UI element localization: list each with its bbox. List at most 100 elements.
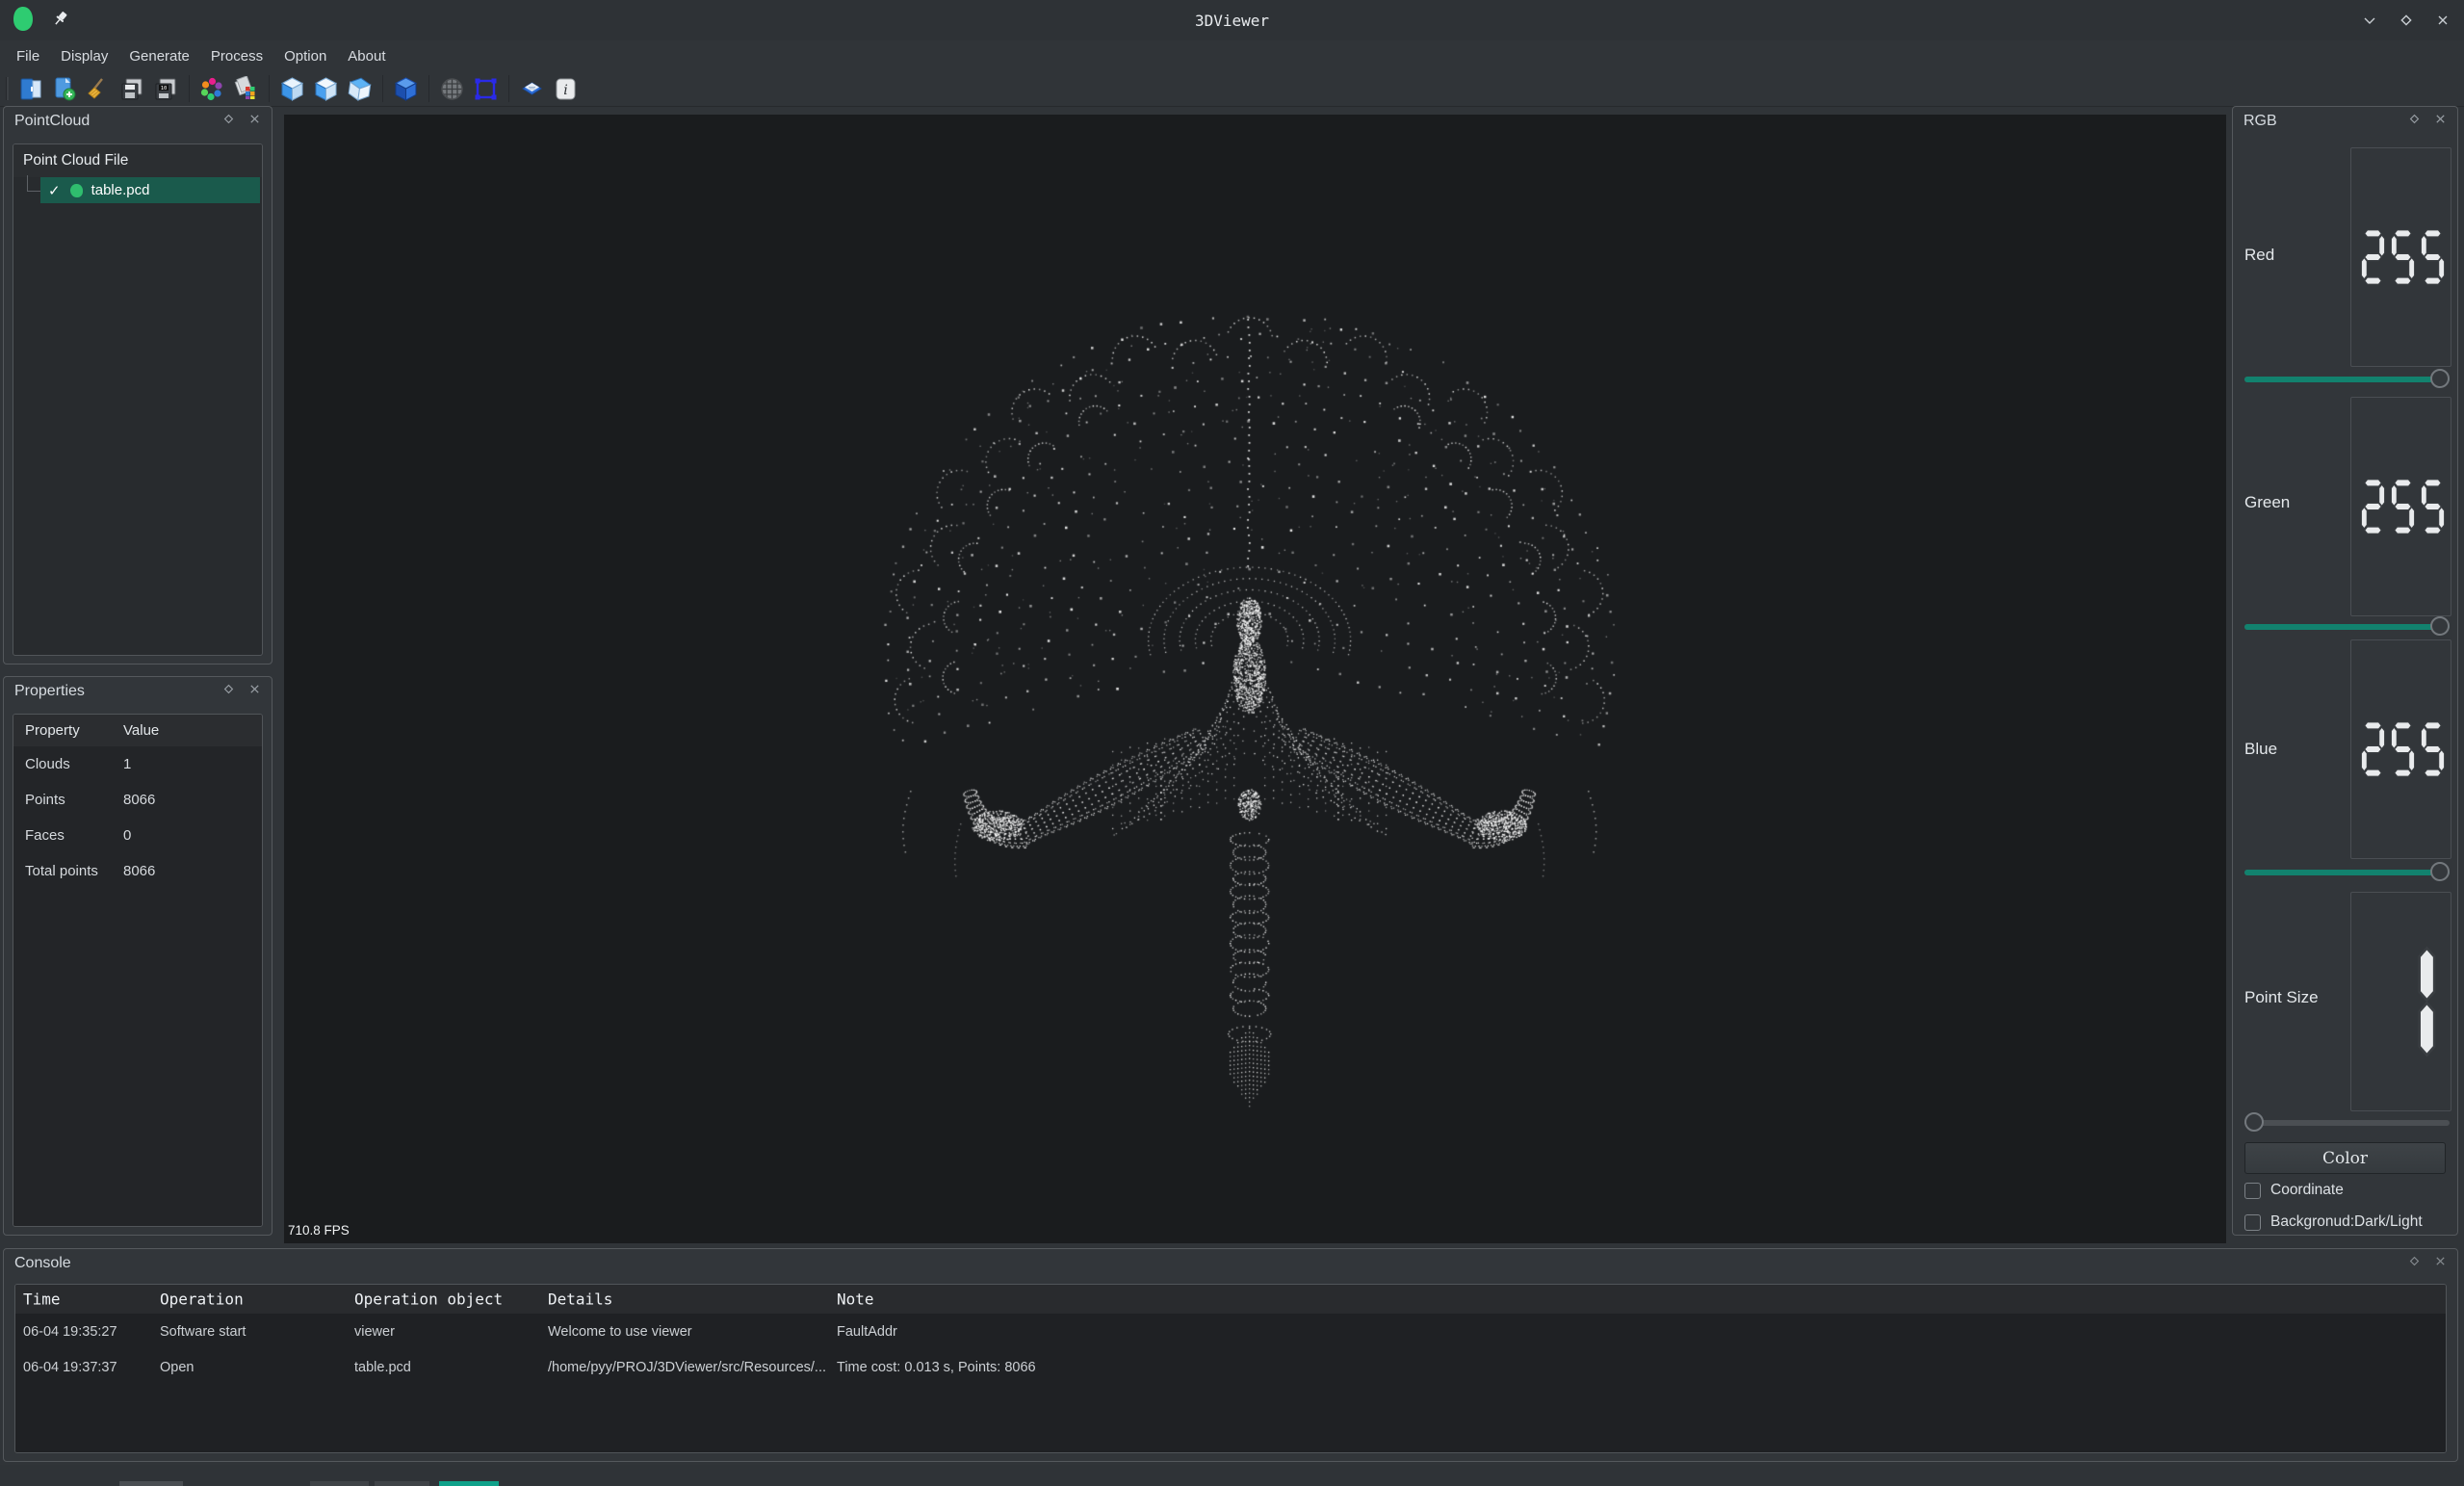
slider-handle[interactable] xyxy=(2430,616,2450,636)
console-cell: FaultAddr xyxy=(837,1324,897,1340)
property-row[interactable]: Points8066 xyxy=(13,782,262,818)
console-column-header[interactable]: Details xyxy=(548,1290,612,1309)
maximize-button[interactable] xyxy=(2399,13,2414,28)
close-panel-icon[interactable] xyxy=(248,113,261,130)
open-file-icon[interactable] xyxy=(16,74,46,104)
console-cell: 06-04 19:37:37 xyxy=(23,1360,117,1375)
tree-item-table.pcd[interactable]: ✓ table.pcd xyxy=(13,177,262,203)
pointcloud-tree: Point Cloud File ✓ table.pcd xyxy=(13,143,263,656)
close-panel-icon[interactable] xyxy=(2434,1255,2447,1272)
rgb-panel: RGB RedGreenBluePoint Size Color Coordin… xyxy=(2232,106,2458,1236)
green-slider[interactable] xyxy=(2244,615,2450,639)
taskbar-peek-segment xyxy=(119,1481,183,1486)
float-panel-icon[interactable] xyxy=(222,113,235,130)
cube-flat-icon[interactable] xyxy=(311,74,341,104)
window-title: 3DViewer xyxy=(0,12,2464,30)
point-cloud-render[interactable] xyxy=(284,115,2226,1243)
float-panel-icon[interactable] xyxy=(2408,1255,2421,1272)
cube-solid-icon[interactable] xyxy=(391,74,421,104)
column-header[interactable]: Property xyxy=(13,722,112,739)
slider-fill xyxy=(2244,870,2450,875)
pin-icon[interactable] xyxy=(52,10,69,31)
background-checkbox-row[interactable]: Backgronud:Dark/Light xyxy=(2244,1212,2423,1233)
blue-slider[interactable] xyxy=(2244,861,2450,884)
float-panel-icon[interactable] xyxy=(222,683,235,700)
slider-handle[interactable] xyxy=(2244,1112,2264,1132)
properties-table-header: PropertyValue xyxy=(13,715,262,746)
menu-item-generate[interactable]: Generate xyxy=(118,44,200,68)
console-cell: /home/pyy/PROJ/3DViewer/src/Resources/..… xyxy=(548,1360,826,1375)
coordinate-checkbox[interactable] xyxy=(2244,1183,2261,1199)
cube-wireframe-icon[interactable] xyxy=(277,74,307,104)
console-panel: Console Time Operation Operation object Det… xyxy=(3,1248,2458,1462)
toolbar-separator xyxy=(428,75,429,102)
color-fields-icon[interactable] xyxy=(231,74,261,104)
tree-branch-line xyxy=(27,175,40,192)
status-strip xyxy=(0,1465,2464,1486)
menu-item-process[interactable]: Process xyxy=(200,44,273,68)
tree-item-label: table.pcd xyxy=(91,182,150,198)
console-column-header[interactable]: Note xyxy=(837,1290,874,1309)
console-cell: Time cost: 0.013 s, Points: 8066 xyxy=(837,1360,1036,1375)
console-log-row[interactable]: 06-04 19:35:27Software startviewerWelcom… xyxy=(15,1314,2446,1349)
color-button[interactable]: Color xyxy=(2244,1142,2446,1174)
add-pointcloud-icon[interactable] xyxy=(50,74,80,104)
checkbox-label: Backgronud:Dark/Light xyxy=(2270,1213,2423,1231)
point-size-label: Point Size xyxy=(2244,988,2319,1007)
taskbar-peek-segment xyxy=(375,1481,429,1486)
viewport-3d[interactable]: 710.8 FPS xyxy=(284,115,2226,1243)
console-column-header[interactable]: Operation object xyxy=(354,1290,503,1309)
color-points-icon[interactable] xyxy=(197,74,227,104)
menu-item-option[interactable]: Option xyxy=(273,44,337,68)
slider-handle[interactable] xyxy=(2430,369,2450,388)
app-icon xyxy=(12,6,35,36)
menu-item-display[interactable]: Display xyxy=(50,44,118,68)
mesh-sphere-icon[interactable] xyxy=(437,74,467,104)
red-label: Red xyxy=(2244,246,2274,265)
green-lcd-display xyxy=(2350,397,2451,616)
property-row[interactable]: Faces0 xyxy=(13,818,262,853)
properties-panel-title-bar[interactable]: Properties xyxy=(4,677,272,706)
property-row[interactable]: Total points8066 xyxy=(13,853,262,889)
point-size-lcd-display xyxy=(2350,892,2451,1111)
bounding-box-icon[interactable] xyxy=(471,74,501,104)
close-panel-icon[interactable] xyxy=(248,683,261,700)
close-button[interactable] xyxy=(2435,13,2451,28)
checkbox-label: Coordinate xyxy=(2270,1182,2344,1199)
clear-broom-icon[interactable] xyxy=(84,74,114,104)
about-info-icon[interactable]: i xyxy=(551,74,581,104)
check-icon[interactable]: ✓ xyxy=(48,182,61,199)
toolbar-drag-handle[interactable] xyxy=(6,77,9,100)
point-size-slider[interactable] xyxy=(2244,1111,2450,1134)
manual-book-icon[interactable] xyxy=(517,74,547,104)
toolbar: 10 i xyxy=(0,71,2464,107)
console-panel-title-bar[interactable]: Console xyxy=(4,1249,2457,1278)
property-name: Total points xyxy=(13,863,112,879)
console-log-row[interactable]: 06-04 19:37:37Opentable.pcd/home/pyy/PRO… xyxy=(15,1349,2446,1385)
property-row[interactable]: Clouds1 xyxy=(13,746,262,782)
slider-handle[interactable] xyxy=(2430,862,2450,881)
red-slider[interactable] xyxy=(2244,368,2450,391)
cube-smooth-icon[interactable] xyxy=(345,74,375,104)
slider-fill xyxy=(2244,624,2450,630)
panel-title: Properties xyxy=(14,683,85,700)
console-column-header[interactable]: Time xyxy=(23,1290,61,1309)
save-icon[interactable] xyxy=(117,74,147,104)
slider-track[interactable] xyxy=(2244,1120,2450,1126)
column-header[interactable]: Value xyxy=(112,722,159,739)
minimize-button[interactable] xyxy=(2362,13,2377,28)
panel-title: Console xyxy=(14,1255,71,1272)
background-checkbox[interactable] xyxy=(2244,1214,2261,1231)
property-value: 1 xyxy=(112,756,131,772)
save-binary-icon[interactable]: 10 xyxy=(151,74,181,104)
panel-title: PointCloud xyxy=(14,113,90,130)
console-column-header[interactable]: Operation xyxy=(160,1290,244,1309)
pointcloud-panel-title-bar[interactable]: PointCloud xyxy=(4,107,272,136)
property-name: Faces xyxy=(13,827,112,844)
coordinate-checkbox-row[interactable]: Coordinate xyxy=(2244,1180,2344,1201)
blue-lcd-display xyxy=(2350,639,2451,859)
menu-item-about[interactable]: About xyxy=(337,44,396,68)
menu-item-file[interactable]: File xyxy=(6,44,50,68)
tree-root-label[interactable]: Point Cloud File xyxy=(13,144,262,177)
properties-table: PropertyValue Clouds1Points8066Faces0Tot… xyxy=(13,714,263,1227)
